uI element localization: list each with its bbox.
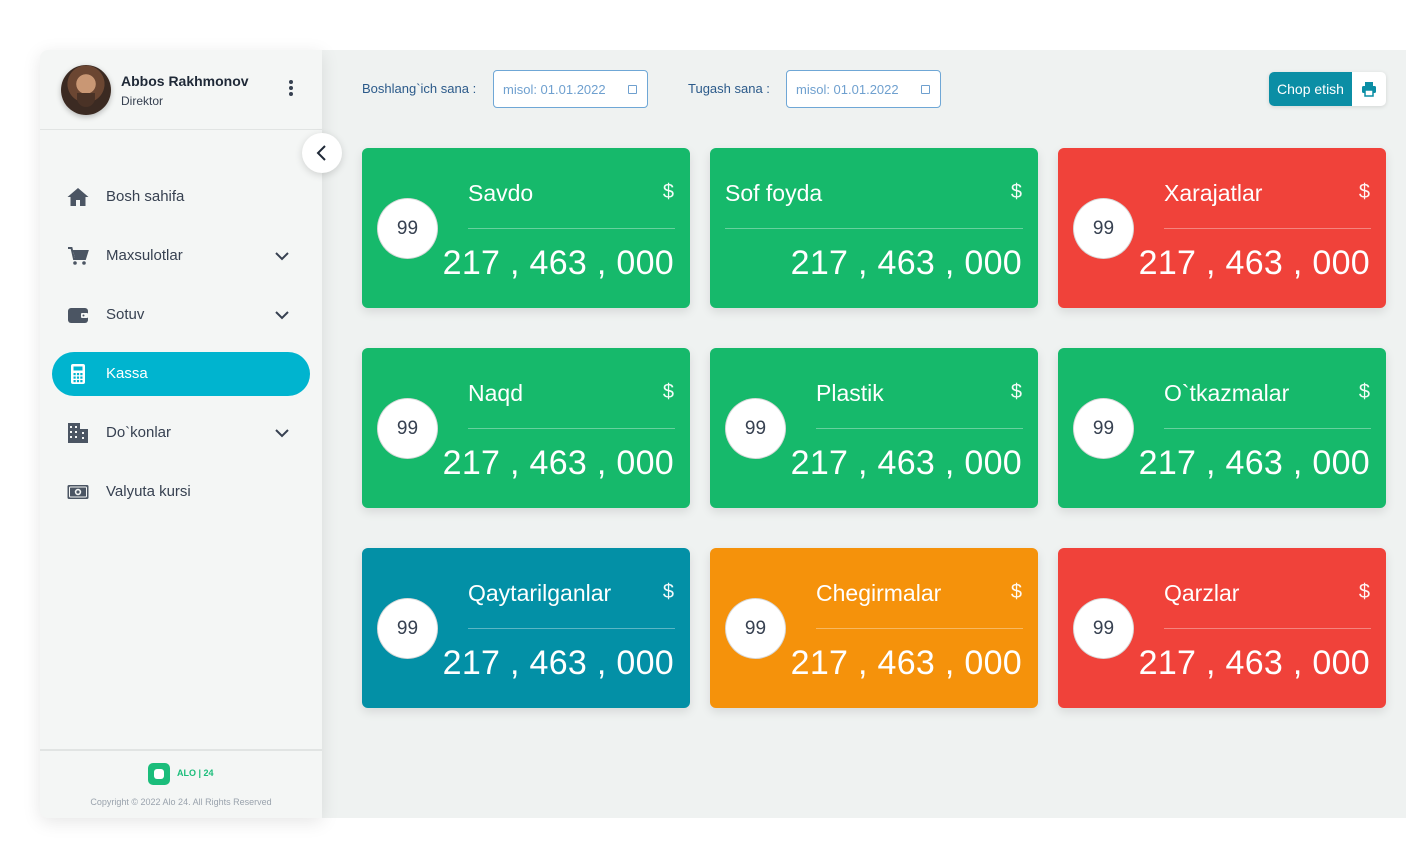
user-role: Direktor: [121, 94, 164, 108]
card-title: Savdo: [468, 180, 534, 206]
sidebar-item-maxsulotlar[interactable]: Maxsulotlar: [52, 234, 310, 278]
end-date-input[interactable]: misol: 01.01.2022: [786, 70, 941, 108]
home-icon: [67, 188, 89, 206]
sidebar-item-sotuv[interactable]: Sotuv: [52, 293, 310, 337]
card-title: Qaytarilganlar: [468, 580, 612, 606]
currency-symbol: $: [1358, 181, 1370, 203]
card-value: 217 , 463 , 000: [1138, 644, 1370, 682]
logo-text: ALO | 24: [177, 768, 214, 778]
stat-card[interactable]: 99 Qaytarilganlar $217 , 463 , 000: [362, 548, 690, 708]
stat-card[interactable]: 99 Savdo $217 , 463 , 000: [362, 148, 690, 308]
count-badge: 99: [377, 598, 438, 659]
currency-symbol: $: [1358, 381, 1370, 403]
card-title: Xarajatlar: [1164, 180, 1263, 206]
count-badge: 99: [1073, 198, 1134, 259]
card-divider: [468, 228, 675, 229]
card-divider: [725, 228, 1023, 229]
count-badge: 99: [377, 398, 438, 459]
avatar: [61, 65, 111, 115]
end-date-label: Tugash sana :: [688, 81, 770, 96]
currency-symbol: $: [662, 181, 674, 203]
card-value: 217 , 463 , 000: [442, 444, 674, 482]
currency-symbol: $: [1010, 181, 1022, 203]
card-value: 217 , 463 , 000: [442, 644, 674, 682]
user-name: Abbos Rakhmonov: [121, 73, 249, 89]
card-divider: [1164, 628, 1371, 629]
building-icon: [68, 423, 88, 443]
sidebar-item-kassa[interactable]: Kassa: [52, 352, 310, 396]
calendar-icon: [921, 85, 930, 94]
stat-card[interactable]: 99 Chegirmalar $217 , 463 , 000: [710, 548, 1038, 708]
stat-card[interactable]: 99 O`tkazmalar $217 , 463 , 000: [1058, 348, 1386, 508]
currency-symbol: $: [662, 381, 674, 403]
end-date-placeholder: misol: 01.01.2022: [796, 82, 899, 97]
currency-symbol: $: [1010, 381, 1022, 403]
sidebar-item-bosh-sahifa[interactable]: Bosh sahifa: [52, 175, 310, 219]
stat-card[interactable]: 99 Plastik $217 , 463 , 000: [710, 348, 1038, 508]
sidebar-item-label: Kassa: [106, 365, 148, 382]
chevron-down-icon: [275, 252, 289, 261]
print-icon-button[interactable]: [1352, 72, 1386, 106]
chevron-down-icon: [275, 311, 289, 320]
count-badge: 99: [725, 398, 786, 459]
start-date-label: Boshlang`ich sana :: [362, 81, 477, 96]
stat-card[interactable]: Sof foyda $217 , 463 , 000: [710, 148, 1038, 308]
cart-icon: [68, 247, 89, 265]
more-options-icon[interactable]: [286, 80, 296, 100]
card-value: 217 , 463 , 000: [790, 644, 1022, 682]
copyright: Copyright © 2022 Alo 24. All Rights Rese…: [90, 797, 272, 807]
sidebar-item-label: Do`konlar: [106, 424, 172, 441]
sidebar-item-label: Sotuv: [106, 306, 145, 323]
card-value: 217 , 463 , 000: [442, 244, 674, 282]
printer-icon: [1362, 82, 1376, 97]
stat-card[interactable]: 99 Xarajatlar $217 , 463 , 000: [1058, 148, 1386, 308]
card-title: Sof foyda: [725, 180, 823, 206]
sidebar-item-label: Bosh sahifa: [106, 188, 185, 205]
count-badge: 99: [725, 598, 786, 659]
sidebar-item-label: Valyuta kursi: [106, 483, 191, 500]
sidebar-collapse-button[interactable]: [302, 133, 342, 173]
card-value: 217 , 463 , 000: [1138, 244, 1370, 282]
card-divider: [1164, 428, 1371, 429]
print-group: Chop etish: [1269, 72, 1386, 106]
stat-card[interactable]: 99 Naqd $217 , 463 , 000: [362, 348, 690, 508]
logo-icon: [148, 763, 170, 785]
calendar-icon: [628, 85, 637, 94]
currency-symbol: $: [1010, 581, 1022, 603]
card-divider: [468, 428, 675, 429]
calculator-icon: [71, 364, 85, 384]
currency-symbol: $: [1358, 581, 1370, 603]
card-title: Qarzlar: [1164, 580, 1240, 606]
start-date-input[interactable]: misol: 01.01.2022: [493, 70, 648, 108]
sidebar-item-label: Maxsulotlar: [106, 247, 183, 264]
card-title: Chegirmalar: [816, 580, 942, 606]
card-divider: [816, 628, 1023, 629]
card-title: Plastik: [816, 380, 884, 406]
wallet-icon: [68, 308, 88, 323]
sidebar-item-dokonlar[interactable]: Do`konlar: [52, 411, 310, 455]
money-icon: [67, 485, 89, 499]
count-badge: 99: [377, 198, 438, 259]
count-badge: 99: [1073, 598, 1134, 659]
sidebar-item-valyuta-kursi[interactable]: Valyuta kursi: [52, 470, 310, 514]
sidebar: Abbos Rakhmonov Direktor Bosh sahifa Max…: [40, 50, 322, 818]
chevron-left-icon: [316, 145, 326, 161]
card-title: Naqd: [468, 380, 523, 406]
card-value: 217 , 463 , 000: [1138, 444, 1370, 482]
stat-card[interactable]: 99 Qarzlar $217 , 463 , 000: [1058, 548, 1386, 708]
print-button[interactable]: Chop etish: [1269, 72, 1352, 106]
card-value: 217 , 463 , 000: [790, 244, 1022, 282]
chevron-down-icon: [275, 429, 289, 438]
count-badge: 99: [1073, 398, 1134, 459]
card-divider: [816, 428, 1023, 429]
sidebar-footer: ALO | 24 Copyright © 2022 Alo 24. All Ri…: [40, 749, 322, 818]
start-date-placeholder: misol: 01.01.2022: [503, 82, 606, 97]
user-profile: Abbos Rakhmonov Direktor: [40, 50, 322, 130]
card-title: O`tkazmalar: [1164, 380, 1290, 406]
card-value: 217 , 463 , 000: [790, 444, 1022, 482]
currency-symbol: $: [662, 581, 674, 603]
card-divider: [468, 628, 675, 629]
card-divider: [1164, 228, 1371, 229]
